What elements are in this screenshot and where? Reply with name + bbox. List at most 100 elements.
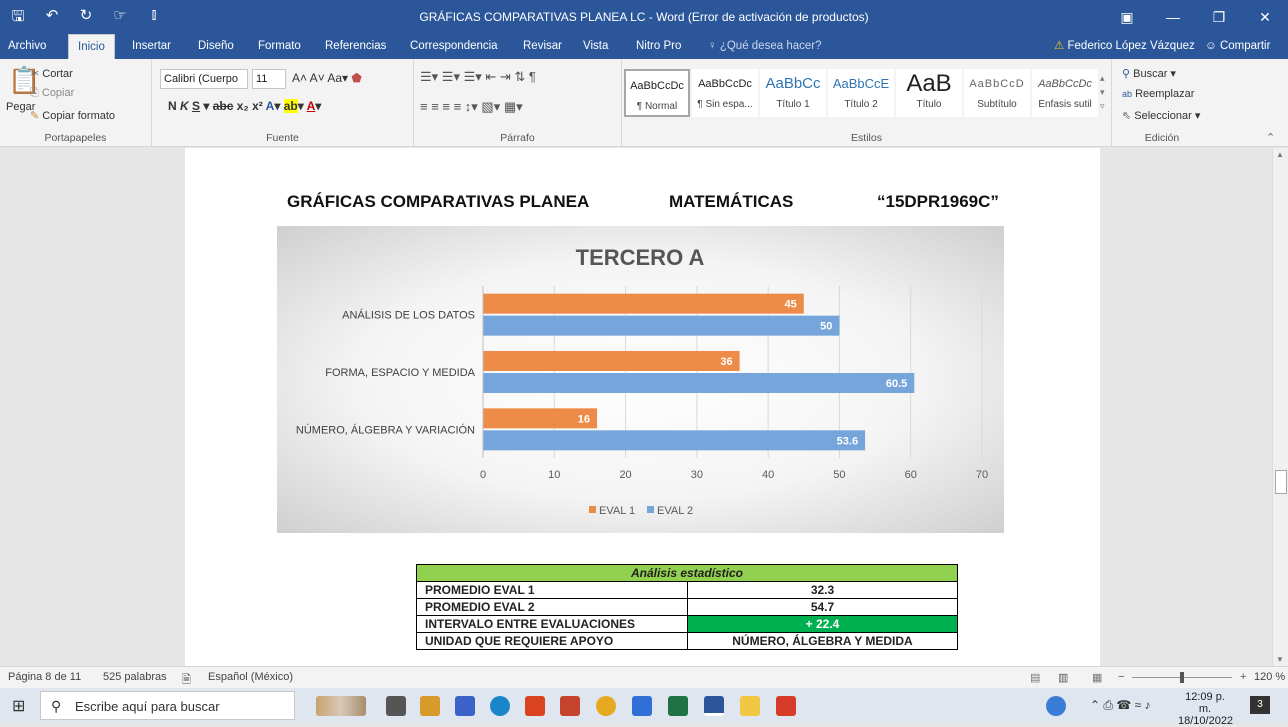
zoom-in-icon[interactable]: + (1240, 671, 1246, 683)
style-subtle-emphasis[interactable]: AaBbCcDc Énfasis sutil (1032, 69, 1098, 117)
font-size-combo[interactable]: 11 (252, 69, 286, 89)
font-family-combo[interactable]: Calibri (Cuerpo (160, 69, 248, 89)
group-paragraph: ☰▾ ☰▾ ☰▾ ⇤ ⇥ ⇅ ¶ ≡ ≡ ≡ ≡ ↕▾ ▧▾ ▦▾ Párraf… (414, 59, 622, 147)
task-view-icon[interactable] (386, 696, 406, 716)
taskbar-search-box[interactable]: ⚲ Escribe aquí para buscar (40, 691, 295, 720)
table-row: PROMEDIO EVAL 2 54.7 (416, 598, 958, 616)
page-count[interactable]: Página 8 de 11 (8, 671, 81, 683)
stats-label: INTERVALO ENTRE EVALUACIONES (416, 615, 688, 633)
chrome-icon[interactable] (596, 696, 616, 716)
chart-svg: TERCERO A 0 10 20 30 40 50 60 70 ANÁLISIS DE LOS … (296, 245, 988, 517)
data-label: 60.5 (886, 378, 907, 390)
word-icon[interactable] (704, 696, 724, 716)
word-count[interactable]: 525 palabras (103, 671, 167, 683)
scroll-down-icon[interactable]: ▼ (1276, 655, 1284, 664)
calculator-icon[interactable] (420, 696, 440, 716)
ribbon-display-options-icon[interactable]: ▣ (1104, 0, 1150, 34)
windows-start-icon[interactable]: ⊞ (12, 696, 25, 716)
clock[interactable]: 12:09 p. m. 18/10/2022 (1178, 691, 1233, 727)
print-layout-icon[interactable]: ▥ (1058, 671, 1068, 684)
tab-insertar[interactable]: Insertar (132, 34, 171, 59)
tab-archivo[interactable]: Archivo (8, 34, 46, 59)
bar-eval-1 (483, 351, 740, 371)
document-page[interactable]: GRÁFICAS COMPARATIVAS PLANEA MATEMÁTICAS… (185, 148, 1100, 666)
cut-label: Cortar (42, 68, 73, 80)
teams-icon[interactable] (455, 696, 475, 716)
person-icon: ☺ (1205, 40, 1217, 52)
style-normal[interactable]: AaBbCcDc ¶ Normal (624, 69, 690, 117)
edge-icon[interactable] (490, 696, 510, 716)
group-editing: ⚲ Buscar ▾ ab Reemplazar ⇖ Seleccionar ▾… (1112, 59, 1212, 147)
style-heading-2[interactable]: AaBbCcE Título 2 (828, 69, 894, 117)
tab-correspondencia[interactable]: Correspondencia (410, 34, 498, 59)
style-name: ¶ Sin espa... (697, 99, 753, 110)
office-icon[interactable] (525, 696, 545, 716)
chart-title: TERCERO A (576, 245, 705, 270)
format-painter-button[interactable]: ✎ Copiar formato (30, 109, 115, 122)
grow-shrink-font-buttons[interactable]: A˄ A˅ Aa▾ ⬟ (292, 71, 362, 85)
chart-tercero-a[interactable]: TERCERO A 0 10 20 30 40 50 60 70 ANÁLISIS DE LOS … (277, 226, 1004, 533)
powerpoint-icon[interactable] (560, 696, 580, 716)
zoom-app-icon[interactable] (632, 696, 652, 716)
style-subtitle[interactable]: AaBbCcD Subtítulo (964, 69, 1030, 117)
align-buttons[interactable]: ≡ ≡ ≡ ≡ ↕▾ ▧▾ ▦▾ (420, 99, 523, 115)
system-tray-icons[interactable]: ⌃ ⎙ ☎ ≈ ♪ (1090, 698, 1151, 713)
collapse-ribbon-icon[interactable]: ⌃ (1266, 131, 1275, 144)
nitro-pdf-icon[interactable] (776, 696, 796, 716)
web-layout-icon[interactable]: ▦ (1092, 671, 1102, 684)
copy-button[interactable]: ⎘ Copiar (30, 87, 74, 100)
close-button[interactable]: ✕ (1242, 0, 1288, 34)
bar-eval-2 (483, 430, 866, 451)
tell-me-box[interactable]: ♀ ¿Qué desea hacer? (708, 34, 821, 59)
zoom-level[interactable]: 120 % (1254, 671, 1285, 683)
window-title: GRÁFICAS COMPARATIVAS PLANEA LC - Word (… (419, 10, 869, 24)
tab-nitro-pro[interactable]: Nitro Pro (636, 34, 681, 59)
styles-scroll-icon[interactable]: ▴ ▾ ▿ (1100, 71, 1105, 113)
style-heading-1[interactable]: AaBbCc Título 1 (760, 69, 826, 117)
user-account[interactable]: ⚠ Federico López Vázquez (1054, 34, 1195, 59)
notifications-icon[interactable]: 3 (1250, 696, 1270, 714)
zoom-out-icon[interactable]: − (1118, 671, 1124, 683)
file-explorer-icon[interactable] (740, 696, 760, 716)
vertical-scrollbar[interactable]: ▲ ▼ (1272, 148, 1288, 666)
clock-time: 12:09 p. m. (1185, 691, 1225, 715)
excel-icon[interactable] (668, 696, 688, 716)
tab-inicio[interactable]: Inicio (68, 34, 115, 59)
language-label[interactable]: Español (México) (208, 671, 293, 683)
replace-button[interactable]: ab Reemplazar (1122, 88, 1194, 100)
tab-vista[interactable]: Vista (583, 34, 608, 59)
cut-button[interactable]: ✂ Cortar (30, 67, 73, 80)
taskbar-search-placeholder: Escribe aquí para buscar (75, 699, 220, 714)
select-button[interactable]: ⇖ Seleccionar ▾ (1122, 109, 1200, 122)
style-no-spacing[interactable]: AaBbCcDc ¶ Sin espa... (692, 69, 758, 117)
read-mode-icon[interactable]: ▤ (1030, 671, 1040, 684)
style-preview: AaBbCcDc (630, 80, 684, 92)
stats-value: 54.7 (687, 598, 958, 616)
minimize-button[interactable]: — (1150, 0, 1196, 34)
tab-revisar[interactable]: Revisar (523, 34, 562, 59)
tab-formato[interactable]: Formato (258, 34, 301, 59)
share-label: Compartir (1219, 40, 1271, 52)
tab-referencias[interactable]: Referencias (325, 34, 386, 59)
onedrive-icon[interactable] (1046, 696, 1066, 716)
style-name: Título (916, 99, 942, 110)
notification-count: 3 (1257, 699, 1263, 710)
x-tick-label: 10 (548, 469, 560, 481)
share-button[interactable]: ☺ Compartir (1205, 34, 1270, 59)
group-font: Calibri (Cuerpo 11 A˄ A˅ Aa▾ ⬟ N K S ▾ a… (152, 59, 414, 147)
font-format-buttons[interactable]: N K S ▾ abc x₂ x² A▾ ab▾ A▾ (168, 99, 321, 113)
x-tick-label: 60 (905, 469, 917, 481)
legend-label: EVAL 2 (657, 505, 693, 517)
replace-label: Reemplazar (1135, 88, 1195, 100)
x-tick-label: 50 (833, 469, 845, 481)
stats-label: PROMEDIO EVAL 2 (416, 598, 688, 616)
maximize-button[interactable]: ❐ (1196, 0, 1242, 34)
zoom-slider-thumb[interactable] (1180, 672, 1184, 683)
scroll-up-icon[interactable]: ▲ (1276, 150, 1284, 159)
search-highlight-icon[interactable] (316, 696, 366, 716)
tab-diseno[interactable]: Diseño (198, 34, 234, 59)
list-buttons[interactable]: ☰▾ ☰▾ ☰▾ ⇤ ⇥ ⇅ ¶ (420, 69, 536, 85)
style-title[interactable]: AaB Título (896, 69, 962, 117)
find-button[interactable]: ⚲ Buscar ▾ (1122, 67, 1176, 80)
scrollbar-thumb[interactable] (1275, 470, 1287, 494)
